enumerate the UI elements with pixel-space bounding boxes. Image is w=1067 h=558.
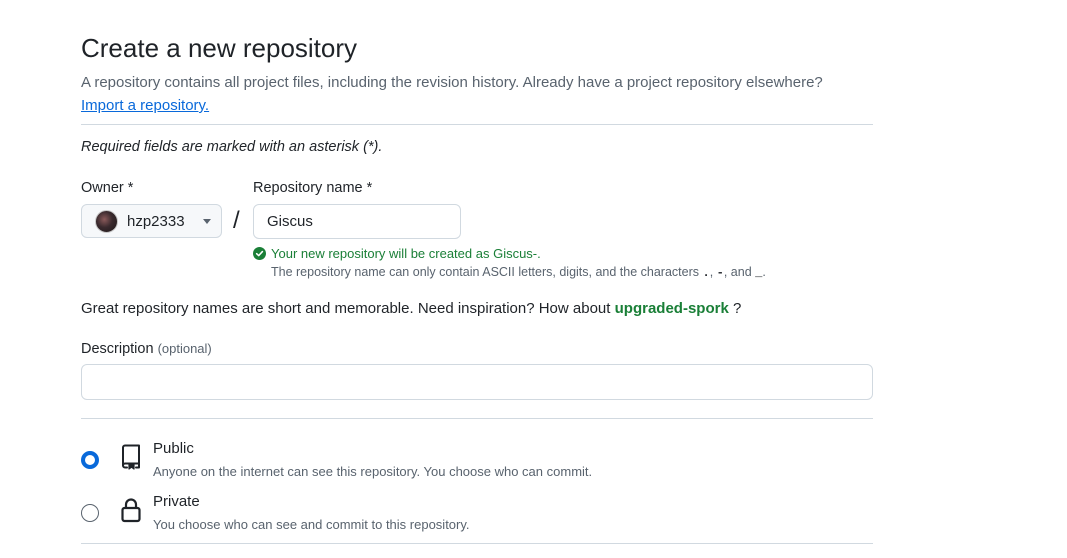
import-repository-link[interactable]: Import a repository. xyxy=(81,97,209,114)
valid-message-text: Your new repository will be created as G… xyxy=(271,246,541,261)
name-inspiration: Great repository names are short and mem… xyxy=(81,300,741,317)
repository-name-label: Repository name * xyxy=(253,180,373,196)
private-option-description: You choose who can see and commit to thi… xyxy=(153,517,470,532)
hint-separator: , xyxy=(709,265,714,279)
divider xyxy=(81,418,873,419)
public-option-description: Anyone on the internet can see this repo… xyxy=(153,464,593,479)
repo-icon xyxy=(122,444,140,470)
repository-name-input[interactable] xyxy=(253,204,461,239)
optional-tag: (optional) xyxy=(157,341,212,356)
private-radio[interactable] xyxy=(81,504,99,522)
intro-text: A repository contains all project files,… xyxy=(81,71,881,117)
lock-icon xyxy=(121,498,141,523)
hint-char-dash: - xyxy=(716,266,724,280)
private-option-title: Private xyxy=(153,493,200,510)
hint-char-dot: . xyxy=(702,266,710,280)
owner-label: Owner * xyxy=(81,180,134,196)
public-radio[interactable] xyxy=(81,451,99,469)
description-label: Description (optional) xyxy=(81,339,212,359)
check-circle-fill-icon xyxy=(253,247,266,260)
suggested-name-link[interactable]: upgraded-spork xyxy=(615,300,729,317)
hint-end: . xyxy=(762,265,766,279)
divider xyxy=(81,124,873,125)
owner-repo-separator: / xyxy=(233,207,240,234)
owner-name: hzp2333 xyxy=(127,212,185,230)
public-option-title: Public xyxy=(153,440,194,457)
triangle-down-icon xyxy=(203,218,211,224)
description-label-text: Description xyxy=(81,341,154,357)
description-input[interactable] xyxy=(81,364,873,400)
repository-name-valid-message: Your new repository will be created as G… xyxy=(253,246,541,261)
owner-dropdown-button[interactable]: hzp2333 xyxy=(81,204,222,238)
required-fields-note: Required fields are marked with an aster… xyxy=(81,139,383,155)
hint-separator: , and xyxy=(723,265,752,279)
owner-avatar xyxy=(95,209,118,233)
intro-description: A repository contains all project files,… xyxy=(81,74,823,91)
hint-text: The repository name can only contain ASC… xyxy=(271,265,699,279)
divider xyxy=(81,543,873,544)
page-title: Create a new repository xyxy=(81,33,358,63)
inspiration-end: ? xyxy=(732,300,742,317)
repository-name-hint: The repository name can only contain ASC… xyxy=(271,265,766,280)
inspiration-text: Great repository names are short and mem… xyxy=(81,300,611,317)
create-repo-page: Create a new repository A repository con… xyxy=(0,0,1067,558)
